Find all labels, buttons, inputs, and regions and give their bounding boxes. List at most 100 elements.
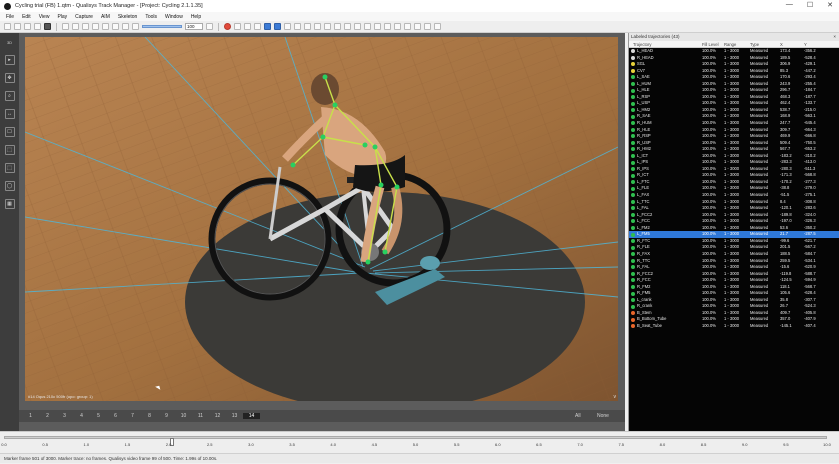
menu-file[interactable]: File: [6, 14, 14, 20]
capture-icon[interactable]: [44, 23, 51, 30]
menu-view[interactable]: View: [39, 14, 50, 20]
record-icon[interactable]: [224, 23, 231, 30]
column-range[interactable]: Range: [724, 41, 750, 47]
minimize-button[interactable]: —: [786, 1, 793, 9]
marker-color-icon: [631, 49, 635, 54]
zoom-tool-icon[interactable]: ⌕: [4, 91, 15, 101]
skip-end-icon[interactable]: [122, 23, 129, 30]
stop-icon[interactable]: [92, 23, 99, 30]
camera-number-9[interactable]: 9: [158, 413, 175, 419]
camera-number-8[interactable]: 8: [141, 413, 158, 419]
timeline-tick-label: 3.5: [289, 442, 295, 447]
window-layout-icon[interactable]: [434, 23, 441, 30]
view-3d-icon[interactable]: [264, 23, 271, 30]
menu-tools[interactable]: Tools: [145, 14, 157, 20]
camera-number-14[interactable]: 14: [243, 413, 260, 419]
open-file-icon[interactable]: [14, 23, 21, 30]
camera-number-12[interactable]: 12: [209, 413, 226, 419]
eye-icon[interactable]: [334, 23, 341, 30]
rigid-body-icon[interactable]: [284, 23, 291, 30]
fill-gap-icon[interactable]: [294, 23, 301, 30]
help-icon[interactable]: [424, 23, 431, 30]
timeline-tick-label: 5.5: [453, 442, 460, 447]
camera-icon[interactable]: [354, 23, 361, 30]
trajectory-row[interactable]: B_Seat_Tube 100.0% 1 - 3000 Measured -145.1 -…: [629, 323, 839, 330]
menu-window[interactable]: Window: [165, 14, 183, 20]
menu-skeleton[interactable]: Skeleton: [118, 14, 137, 20]
marker-color-icon: [631, 160, 635, 165]
menu-edit[interactable]: Edit: [22, 14, 31, 20]
zoom-field[interactable]: 100: [185, 23, 203, 30]
marker-color-icon: [631, 75, 635, 80]
timeline-tick-label: 2.5: [206, 442, 213, 447]
all-cameras-button[interactable]: All: [575, 413, 581, 419]
column-x[interactable]: X: [780, 41, 804, 47]
marker-color-icon: [631, 291, 635, 296]
area-select-icon[interactable]: ⬚: [4, 145, 15, 155]
column-fill-level[interactable]: Fill Level: [702, 41, 724, 47]
measure-icon[interactable]: [414, 23, 421, 30]
camera-number-11[interactable]: 11: [192, 413, 209, 419]
camera-number-5[interactable]: 5: [90, 413, 107, 419]
step-forward-icon[interactable]: [112, 23, 119, 30]
camera-number-3[interactable]: 3: [56, 413, 73, 419]
marker-color-icon: [631, 62, 635, 67]
toolbar-separator: [56, 22, 57, 31]
trajectory-icon[interactable]: [254, 23, 261, 30]
force-plate-icon[interactable]: [314, 23, 321, 30]
camera-settings-icon[interactable]: ▦: [4, 199, 15, 209]
maximize-button[interactable]: ☐: [807, 1, 813, 9]
camera-number-1[interactable]: 1: [22, 413, 39, 419]
view-2d-icon[interactable]: [274, 23, 281, 30]
no-cameras-button[interactable]: None: [597, 413, 609, 419]
menu-capture[interactable]: Capture: [75, 14, 93, 20]
menu-help[interactable]: Help: [191, 14, 201, 20]
skeleton-icon[interactable]: [304, 23, 311, 30]
select-tool-icon[interactable]: ▸: [4, 55, 15, 65]
close-button[interactable]: ✕: [827, 1, 833, 9]
new-file-icon[interactable]: [4, 23, 11, 30]
marker-color-icon: [631, 317, 635, 322]
zoom-dropdown-icon[interactable]: [206, 23, 213, 30]
toolbar-separator: [218, 22, 219, 31]
camera-video-frame[interactable]: #14 Oqus 210c 500fr (upo: group: 1) v: [25, 37, 618, 401]
step-back-icon[interactable]: [72, 23, 79, 30]
main-toolbar: 100: [0, 21, 839, 33]
skip-start-icon[interactable]: [62, 23, 69, 30]
label-icon[interactable]: [384, 23, 391, 30]
project-icon[interactable]: [394, 23, 401, 30]
marker-icon[interactable]: [234, 23, 241, 30]
column-trajectory[interactable]: Trajectory: [629, 41, 702, 47]
video-icon[interactable]: [364, 23, 371, 30]
rotate-tool-icon[interactable]: ◯: [4, 181, 15, 191]
print-icon[interactable]: [34, 23, 41, 30]
camera-number-7[interactable]: 7: [124, 413, 141, 419]
camera-number-10[interactable]: 10: [175, 413, 192, 419]
play-back-icon[interactable]: [82, 23, 89, 30]
analog-icon[interactable]: [324, 23, 331, 30]
loop-icon[interactable]: [132, 23, 139, 30]
panel-close-icon[interactable]: ×: [833, 33, 836, 41]
menu-aim[interactable]: AIM: [101, 14, 110, 20]
box-select-icon[interactable]: ☐: [4, 127, 15, 137]
bone-icon[interactable]: [244, 23, 251, 30]
marker-color-icon: [631, 193, 635, 198]
camera-number-13[interactable]: 13: [226, 413, 243, 419]
camera-number-4[interactable]: 4: [73, 413, 90, 419]
camera-number-2[interactable]: 2: [39, 413, 56, 419]
camera-number-6[interactable]: 6: [107, 413, 124, 419]
column-type[interactable]: Type: [750, 41, 780, 47]
mask-tool-icon[interactable]: ⬚: [4, 163, 15, 173]
grid-icon[interactable]: [374, 23, 381, 30]
translate-tool-icon[interactable]: ↔: [4, 109, 15, 119]
timeline-track[interactable]: [4, 436, 827, 446]
pan-tool-icon[interactable]: ✥: [4, 73, 15, 83]
play-icon[interactable]: [102, 23, 109, 30]
playback-speed-slider[interactable]: [142, 25, 182, 28]
view-3d-toggle[interactable]: 3D: [5, 37, 15, 47]
settings-icon[interactable]: [344, 23, 351, 30]
calibrate-icon[interactable]: [404, 23, 411, 30]
menu-play[interactable]: Play: [57, 14, 67, 20]
column-y[interactable]: Y: [804, 41, 824, 47]
save-icon[interactable]: [24, 23, 31, 30]
